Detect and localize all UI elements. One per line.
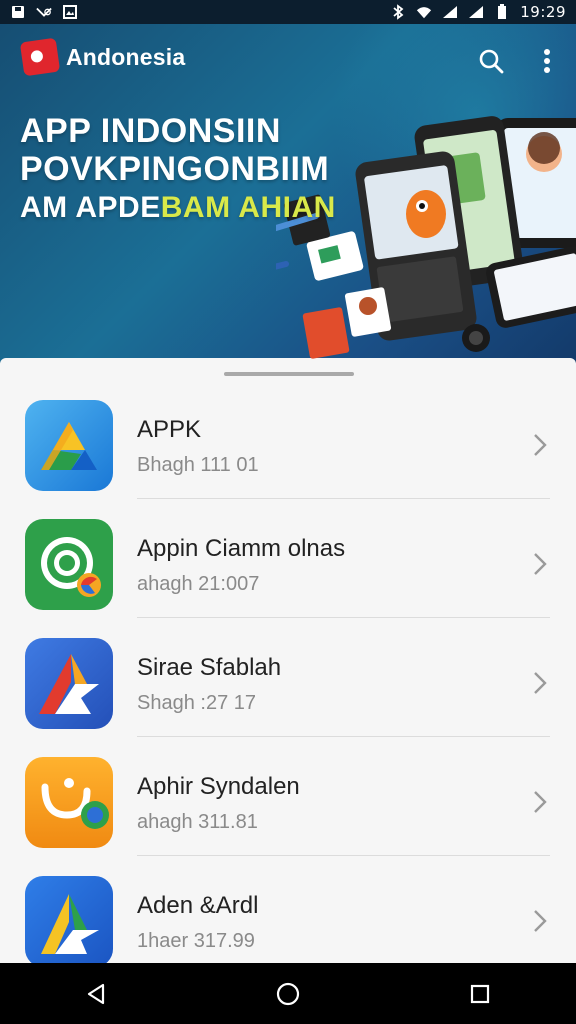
chevron-right-icon <box>534 553 547 575</box>
app-name: Aphir Syndalen <box>137 773 300 800</box>
search-icon[interactable] <box>476 46 506 76</box>
back-icon[interactable] <box>76 974 116 1014</box>
bluetooth-icon <box>390 4 406 20</box>
orange-smile-icon <box>25 757 113 848</box>
chevron-right-icon <box>534 434 547 456</box>
image-icon <box>62 5 78 19</box>
list-item-app-2[interactable]: Appin Ciamm olnas ahagh 21:007 <box>0 499 576 618</box>
hero-line-2: POVKPINGONBIIM <box>20 150 330 188</box>
app-name: APPK <box>137 416 202 443</box>
app-name: Aden &Ardl <box>137 892 259 919</box>
list-item-app-5[interactable]: Aden &Ardl 1haer 317.99 <box>0 856 576 963</box>
hero-line-3: AM APDEBAM AHIAN <box>20 188 336 228</box>
hero-line-3-part1: AM APDE <box>20 191 161 224</box>
app-name: Appin Ciamm olnas <box>137 535 346 562</box>
app-meta: ahagh 311.81 <box>137 811 258 833</box>
hero-line-3-accent: BAM AHIAN <box>160 191 336 224</box>
app-text: Appin Ciamm olnas ahagh 21:007 <box>137 535 345 596</box>
app-meta: Shagh :27 17 <box>137 692 256 714</box>
drive-triangle-icon <box>25 400 113 491</box>
drag-handle[interactable] <box>224 372 354 376</box>
status-bar: 19:29 <box>0 0 576 24</box>
brand: Andonesia <box>19 37 186 77</box>
app-meta: 1haer 317.99 <box>137 930 255 952</box>
recents-icon[interactable] <box>460 974 500 1014</box>
blue-a-icon <box>25 876 113 963</box>
app-list-sheet: APPK Bhagh 111 01 Appin Ciamm olnas ahag… <box>0 358 576 963</box>
brand-logo-icon <box>19 37 61 77</box>
battery-icon <box>494 4 510 19</box>
list-item-app-4[interactable]: Aphir Syndalen ahagh 311.81 <box>0 737 576 856</box>
chevron-right-icon <box>534 672 547 694</box>
cast-icon <box>36 5 52 19</box>
hero-title: APP INDONSIIN POVKPINGONBIIM AM APDEBAM … <box>20 112 336 228</box>
green-circle-icon <box>25 519 113 610</box>
signal-icon <box>442 5 458 19</box>
app-text: Sirae Sfablah Shagh :27 17 <box>137 654 281 715</box>
blue-arrow-icon <box>25 638 113 729</box>
chevron-right-icon <box>534 910 547 932</box>
brand-name: Andonesia <box>66 43 186 70</box>
app-text: Aden &Ardl 1haer 317.99 <box>137 892 258 953</box>
hero-banner: Andonesia APP INDONSIIN POVKPINGONBIIM A… <box>0 24 576 364</box>
navigation-bar <box>0 963 576 1024</box>
chevron-right-icon <box>534 791 547 813</box>
app-meta: Bhagh 111 01 <box>137 454 259 476</box>
app-text: APPK Bhagh 111 01 <box>137 416 259 477</box>
status-right: 19:29 <box>390 3 566 21</box>
app-list: APPK Bhagh 111 01 Appin Ciamm olnas ahag… <box>0 380 576 963</box>
signal-icon <box>468 5 484 19</box>
app-name: Sirae Sfablah <box>137 654 282 681</box>
more-vert-icon[interactable] <box>532 46 562 76</box>
hero-line-1: APP INDONSIIN <box>20 112 281 150</box>
top-actions <box>476 46 562 76</box>
app-meta: ahagh 21:007 <box>137 573 260 595</box>
status-time: 19:29 <box>520 3 566 21</box>
list-item-app-1[interactable]: APPK Bhagh 111 01 <box>0 380 576 499</box>
save-icon <box>10 5 26 19</box>
wifi-icon <box>416 5 432 19</box>
status-left <box>10 5 78 19</box>
list-item-app-3[interactable]: Sirae Sfablah Shagh :27 17 <box>0 618 576 737</box>
home-icon[interactable] <box>268 974 308 1014</box>
app-text: Aphir Syndalen ahagh 311.81 <box>137 773 300 834</box>
